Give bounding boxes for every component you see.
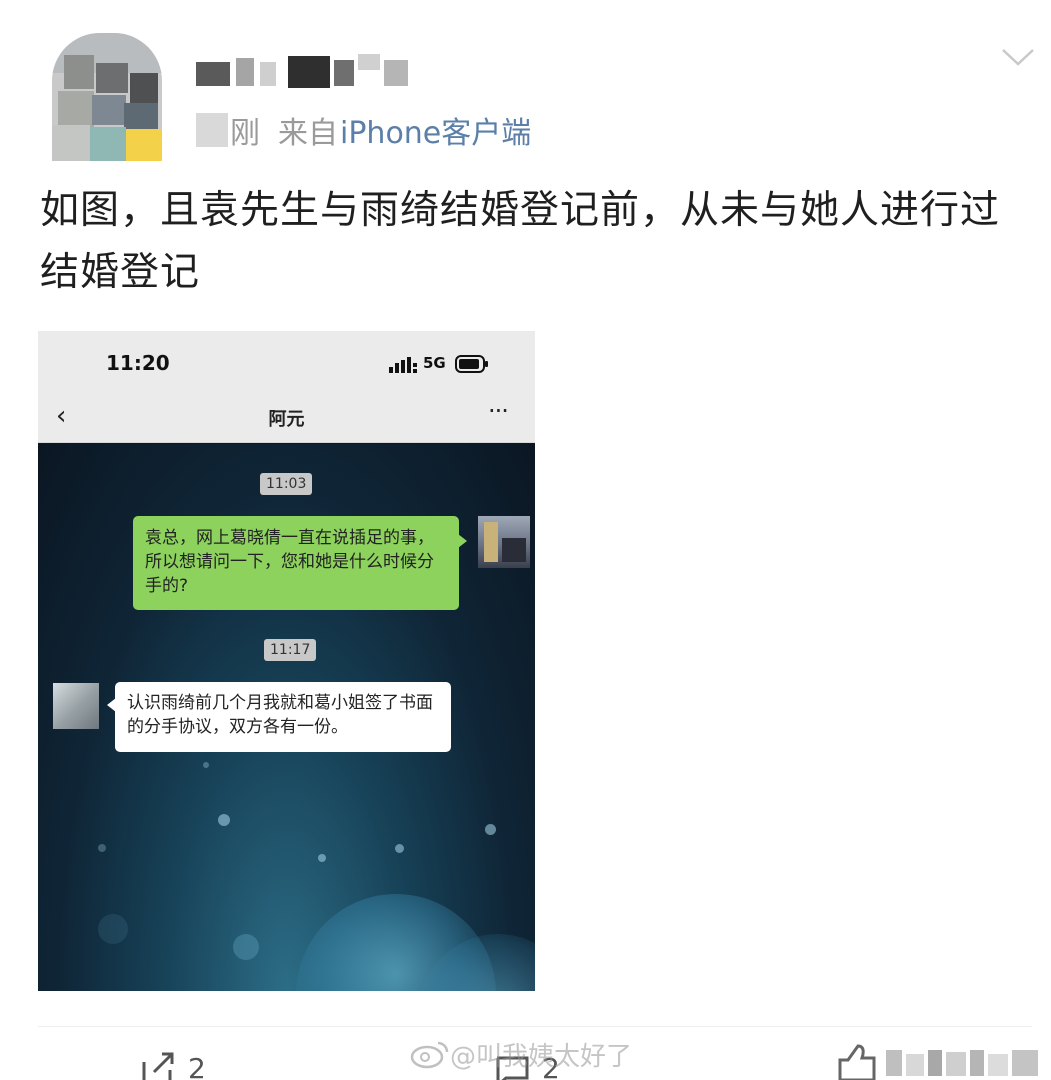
weibo-logo-icon bbox=[410, 1041, 449, 1069]
chat-timestamp: 11:17 bbox=[264, 639, 317, 661]
sender-avatar[interactable] bbox=[478, 516, 530, 568]
battery-icon bbox=[455, 355, 488, 373]
message-bubble-sent[interactable]: 袁总，网上葛晓倩一直在说插足的事，所以想请问一下，您和她是什么时候分手的? bbox=[133, 516, 467, 610]
source-client-link[interactable]: iPhone客户端 bbox=[340, 108, 531, 152]
footer-divider bbox=[38, 1026, 1032, 1027]
repost-count: 2 bbox=[188, 1051, 206, 1080]
contact-name: 阿元 bbox=[268, 409, 305, 430]
watermark-text: @叫我姨太好了 bbox=[450, 1041, 633, 1072]
obscured-time bbox=[196, 113, 228, 147]
post-text: 如图，且袁先生与雨绮结婚登记前，从未与她人进行过结婚登记 bbox=[40, 188, 1001, 295]
username-obscured[interactable] bbox=[196, 48, 416, 92]
signal-icon bbox=[389, 357, 419, 377]
message-bubble-received[interactable]: 认识雨绮前几个月我就和葛小姐签了书面的分手协议，双方各有一份。 bbox=[107, 682, 451, 752]
post-time: 刚 bbox=[230, 116, 260, 151]
chat-timestamp: 11:03 bbox=[260, 473, 313, 495]
network-label: 5G bbox=[423, 354, 446, 372]
chat-screenshot-image[interactable]: 11:20 5G ‹ 阿元 ··· 11:03 袁总，网上葛晓倩一直在说插足的事… bbox=[38, 331, 535, 991]
status-time: 11:20 bbox=[106, 351, 170, 375]
post-meta: 刚 来自 iPhone客户端 bbox=[196, 108, 531, 152]
repost-button[interactable]: 2 bbox=[138, 1048, 206, 1080]
status-bar: 11:20 5G bbox=[38, 331, 535, 391]
chat-nav-bar: ‹ 阿元 ··· bbox=[38, 391, 535, 443]
contact-avatar[interactable] bbox=[53, 683, 99, 729]
weibo-watermark: @叫我姨太好了 bbox=[410, 1036, 632, 1072]
like-button[interactable] bbox=[836, 1044, 1042, 1080]
like-icon bbox=[838, 1044, 1038, 1080]
more-options-icon[interactable]: ··· bbox=[488, 397, 509, 425]
chevron-down-icon[interactable] bbox=[998, 42, 1038, 72]
source-prefix: 来自 bbox=[278, 116, 338, 151]
repost-icon bbox=[142, 1052, 174, 1080]
user-avatar[interactable] bbox=[52, 33, 162, 161]
